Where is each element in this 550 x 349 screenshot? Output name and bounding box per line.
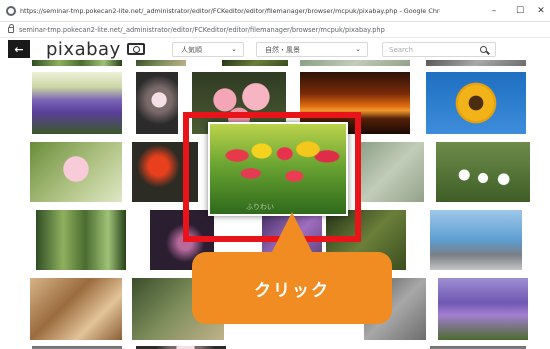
camera-icon bbox=[126, 43, 145, 55]
image-thumbnail[interactable] bbox=[32, 72, 122, 134]
image-thumbnail[interactable] bbox=[436, 142, 530, 202]
title-bar: https://seminar-tmp.pokecan2-lite.net/_a… bbox=[0, 0, 550, 22]
lock-icon[interactable] bbox=[8, 23, 14, 33]
window-title: https://seminar-tmp.pokecan2-lite.net/_a… bbox=[20, 6, 440, 15]
image-thumbnail[interactable] bbox=[30, 278, 122, 340]
sort-select[interactable]: 人気順 ⌄ bbox=[172, 42, 244, 57]
back-button[interactable]: ← bbox=[8, 40, 30, 58]
url-text[interactable]: seminar-tmp.pokecan2-lite.net/_administr… bbox=[19, 26, 385, 34]
callout-pointer bbox=[270, 212, 314, 256]
image-thumbnail[interactable] bbox=[30, 142, 122, 202]
callout-label: クリック bbox=[254, 280, 330, 301]
search-input[interactable]: Search bbox=[382, 42, 496, 57]
image-thumbnail[interactable] bbox=[136, 72, 178, 134]
image-thumbnail[interactable] bbox=[358, 142, 424, 202]
click-callout: クリック bbox=[192, 252, 392, 324]
chrome-icon bbox=[6, 5, 16, 16]
image-thumbnail[interactable] bbox=[426, 60, 526, 66]
image-thumbnail[interactable] bbox=[36, 210, 126, 270]
chevron-down-icon: ⌄ bbox=[355, 45, 361, 53]
pixabay-header: ← pixabay 人気順 ⌄ 自然・風景 ⌄ Search bbox=[0, 38, 550, 60]
category-select[interactable]: 自然・風景 ⌄ bbox=[256, 42, 368, 57]
image-thumbnail[interactable] bbox=[32, 60, 122, 66]
sort-select-value: 人気順 bbox=[181, 45, 202, 54]
pixabay-logo[interactable]: pixabay bbox=[46, 38, 145, 60]
image-thumbnail[interactable] bbox=[300, 60, 410, 66]
logo-text: pixabay bbox=[46, 38, 121, 60]
browser-window: https://seminar-tmp.pokecan2-lite.net/_a… bbox=[0, 0, 550, 349]
close-button[interactable]: ✕ bbox=[528, 0, 550, 22]
image-thumbnail[interactable] bbox=[426, 72, 526, 134]
image-thumbnail[interactable] bbox=[430, 210, 522, 270]
search-icon[interactable] bbox=[480, 46, 487, 53]
image-thumbnail[interactable] bbox=[136, 60, 186, 66]
address-bar[interactable]: seminar-tmp.pokecan2-lite.net/_administr… bbox=[0, 22, 550, 38]
minimize-button[interactable]: – bbox=[481, 0, 507, 22]
image-thumbnail[interactable] bbox=[222, 60, 288, 66]
search-placeholder: Search bbox=[389, 45, 414, 54]
chevron-down-icon: ⌄ bbox=[231, 45, 237, 53]
image-thumbnail[interactable] bbox=[438, 278, 528, 340]
category-select-value: 自然・風景 bbox=[265, 45, 300, 54]
